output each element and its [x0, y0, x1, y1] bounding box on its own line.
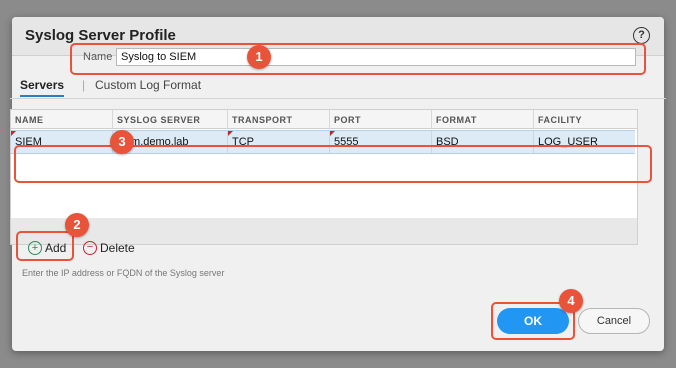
tab-servers[interactable]: Servers	[20, 78, 65, 97]
callout-badge-1: 1	[247, 45, 271, 69]
plus-icon: +	[28, 240, 42, 255]
callout-badge-2: 2	[65, 213, 89, 237]
column-header-format[interactable]: FORMAT	[432, 110, 534, 128]
delete-button[interactable]: − Delete	[83, 240, 135, 255]
cancel-button[interactable]: Cancel	[578, 308, 650, 334]
column-header-name[interactable]: NAME	[11, 110, 113, 128]
dialog-title: Syslog Server Profile	[25, 27, 176, 44]
add-button[interactable]: + Add	[16, 231, 74, 261]
tab-custom-log-format[interactable]: Custom Log Format	[95, 78, 201, 92]
column-header-facility[interactable]: FACILITY	[534, 110, 635, 128]
help-icon[interactable]: ?	[633, 27, 650, 44]
name-input[interactable]	[116, 48, 636, 66]
column-header-syslog-server[interactable]: SYSLOG SERVER	[113, 110, 228, 128]
name-field-row: Name	[70, 43, 646, 75]
callout-badge-3: 3	[110, 130, 134, 154]
minus-icon: −	[83, 240, 97, 255]
column-header-transport[interactable]: TRANSPORT	[228, 110, 330, 128]
callout-badge-4: 4	[559, 289, 583, 313]
table-header: NAME SYSLOG SERVER TRANSPORT PORT FORMAT…	[11, 110, 637, 129]
row-callout-frame	[14, 145, 652, 183]
tab-separator: |	[82, 78, 86, 92]
delete-label: Delete	[100, 241, 135, 255]
add-label: Add	[45, 241, 67, 255]
ok-button[interactable]: OK	[497, 308, 569, 334]
field-hint: Enter the IP address or FQDN of the Sysl…	[22, 268, 225, 278]
name-label: Name	[83, 51, 113, 63]
column-header-port[interactable]: PORT	[330, 110, 432, 128]
tab-divider	[10, 98, 666, 99]
